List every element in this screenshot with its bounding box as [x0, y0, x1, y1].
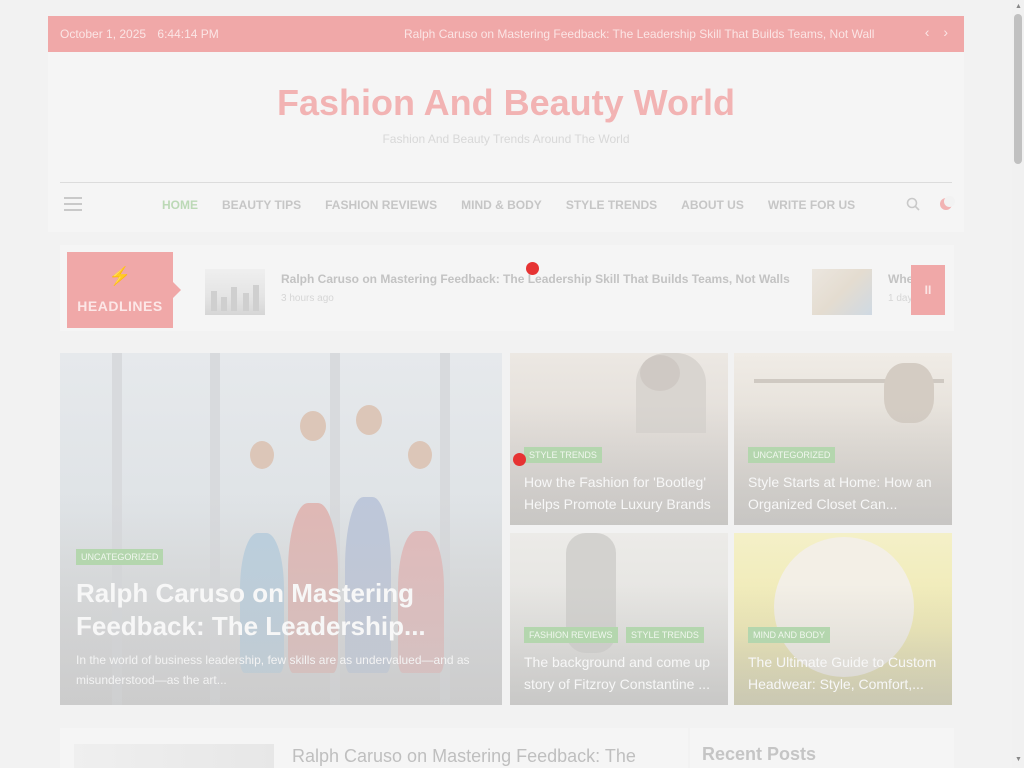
headline-time: 3 hours ago — [281, 293, 334, 304]
widget-title: Recent Posts — [702, 744, 817, 764]
headlines-text: HEADLINES — [77, 298, 163, 314]
post-excerpt: In the world of business leadership, few… — [76, 653, 470, 687]
top-bar: October 1, 2025 6:44:14 PM Ralph Caruso … — [48, 16, 964, 52]
category-tag[interactable]: MIND AND BODY — [748, 627, 831, 643]
nav-item-fashion-reviews[interactable]: FASHION REVIEWS — [325, 198, 437, 212]
main-nav: HOME BEAUTY TIPS FASHION REVIEWS MIND & … — [60, 185, 955, 225]
headline-thumbnail[interactable] — [205, 269, 265, 315]
page: October 1, 2025 6:44:14 PM Ralph Caruso … — [0, 0, 1012, 768]
bolt-icon: ⚡ — [108, 266, 132, 286]
post-list-item: Ralph Caruso on Mastering Feedback: The — [60, 728, 688, 768]
nav-item-mind-body[interactable]: MIND & BODY — [461, 198, 542, 212]
post-category-tags: UNCATEGORIZED — [748, 445, 839, 463]
post-thumbnail[interactable] — [74, 744, 274, 768]
ticker-controls: ‹ › — [915, 24, 948, 40]
nav-item-beauty-tips[interactable]: BEAUTY TIPS — [222, 198, 301, 212]
nav-item-home[interactable]: HOME — [162, 198, 198, 212]
click-indicator — [513, 453, 526, 466]
click-indicator — [526, 262, 539, 275]
category-tag[interactable]: FASHION REVIEWS — [524, 627, 618, 643]
ticker-prev-button[interactable]: ‹ — [925, 24, 930, 40]
featured-main-card[interactable]: UNCATEGORIZED Ralph Caruso on Mastering … — [60, 353, 502, 705]
ticker-next-button[interactable]: › — [943, 24, 948, 40]
header-divider — [60, 182, 952, 183]
sidebar-widget: Recent Posts — [690, 728, 954, 768]
menu-icon[interactable] — [64, 197, 82, 211]
post-title[interactable]: Ralph Caruso on Mastering Feedback: The — [292, 746, 636, 767]
nav-item-write-for-us[interactable]: WRITE FOR US — [768, 198, 855, 212]
post-category-tags: FASHION REVIEWS STYLE TRENDS — [524, 625, 708, 643]
post-title[interactable]: The Ultimate Guide to Custom Headwear: S… — [748, 651, 944, 695]
nav-items: HOME BEAUTY TIPS FASHION REVIEWS MIND & … — [162, 198, 855, 212]
headlines-strip: ⚡ HEADLINES Ralph Caruso on Mastering Fe… — [60, 245, 954, 331]
current-date: October 1, 2025 — [60, 27, 147, 41]
featured-card[interactable]: MIND AND BODY The Ultimate Guide to Cust… — [734, 533, 952, 705]
featured-card[interactable]: UNCATEGORIZED Style Starts at Home: How … — [734, 353, 952, 525]
moon-icon[interactable] — [940, 196, 955, 210]
scroll-up-icon[interactable]: ▲ — [1015, 3, 1022, 10]
pause-button[interactable]: II — [911, 265, 945, 315]
headline-thumbnail[interactable] — [812, 269, 872, 315]
current-time: 6:44:14 PM — [157, 27, 219, 41]
scroll-thumb[interactable] — [1014, 14, 1022, 164]
nav-item-style-trends[interactable]: STYLE TRENDS — [566, 198, 657, 212]
category-tag[interactable]: UNCATEGORIZED — [76, 549, 164, 565]
date-time: October 1, 2025 6:44:14 PM — [60, 27, 219, 41]
post-category-tags: STYLE TRENDS — [524, 445, 606, 463]
news-ticker[interactable]: Ralph Caruso on Mastering Feedback: The … — [404, 27, 874, 41]
post-category-tags: MIND AND BODY — [748, 625, 834, 643]
featured-card[interactable]: FASHION REVIEWS STYLE TRENDS The backgro… — [510, 533, 728, 705]
post-title[interactable]: Ralph Caruso on Mastering Feedback: The … — [76, 577, 476, 643]
headlines-label: ⚡ HEADLINES — [67, 252, 181, 328]
site-title[interactable]: Fashion And Beauty World — [48, 82, 964, 124]
category-tag[interactable]: STYLE TRENDS — [524, 447, 602, 463]
post-category-tags: UNCATEGORIZED — [76, 547, 167, 565]
scrollbar[interactable]: ▲ ▼ — [1012, 0, 1024, 768]
post-title[interactable]: Style Starts at Home: How an Organized C… — [748, 471, 944, 515]
post-title[interactable]: How the Fashion for 'Bootleg' Helps Prom… — [524, 471, 720, 515]
site-tagline: Fashion And Beauty Trends Around The Wor… — [382, 132, 630, 146]
nav-item-about-us[interactable]: ABOUT US — [681, 198, 744, 212]
scroll-down-icon[interactable]: ▼ — [1015, 756, 1022, 763]
featured-card[interactable]: STYLE TRENDS How the Fashion for 'Bootle… — [510, 353, 728, 525]
post-title[interactable]: The background and come up story of Fitz… — [524, 651, 720, 695]
category-tag[interactable]: UNCATEGORIZED — [748, 447, 836, 463]
category-tag[interactable]: STYLE TRENDS — [625, 627, 704, 643]
search-icon[interactable] — [906, 197, 920, 211]
